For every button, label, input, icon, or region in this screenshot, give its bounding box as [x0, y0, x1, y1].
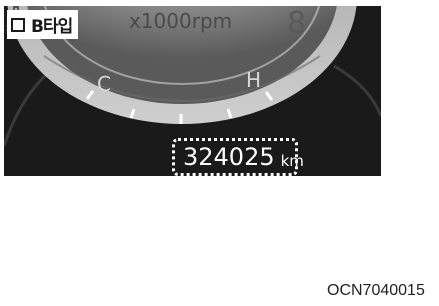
figure-code: OCN7040015	[327, 282, 425, 299]
tachometer-digit: 8	[287, 6, 307, 41]
odometer-unit: km	[280, 151, 304, 170]
hot-label: H	[246, 68, 262, 92]
cold-label: C	[97, 72, 111, 96]
type-badge: B타입	[7, 10, 79, 39]
odometer-value: 324025	[183, 143, 275, 171]
rpm-unit-label: x1000rpm	[129, 9, 233, 33]
type-label: B타입	[31, 17, 73, 37]
odometer-display: 324025 km	[172, 138, 304, 176]
checkbox-icon	[11, 17, 25, 32]
